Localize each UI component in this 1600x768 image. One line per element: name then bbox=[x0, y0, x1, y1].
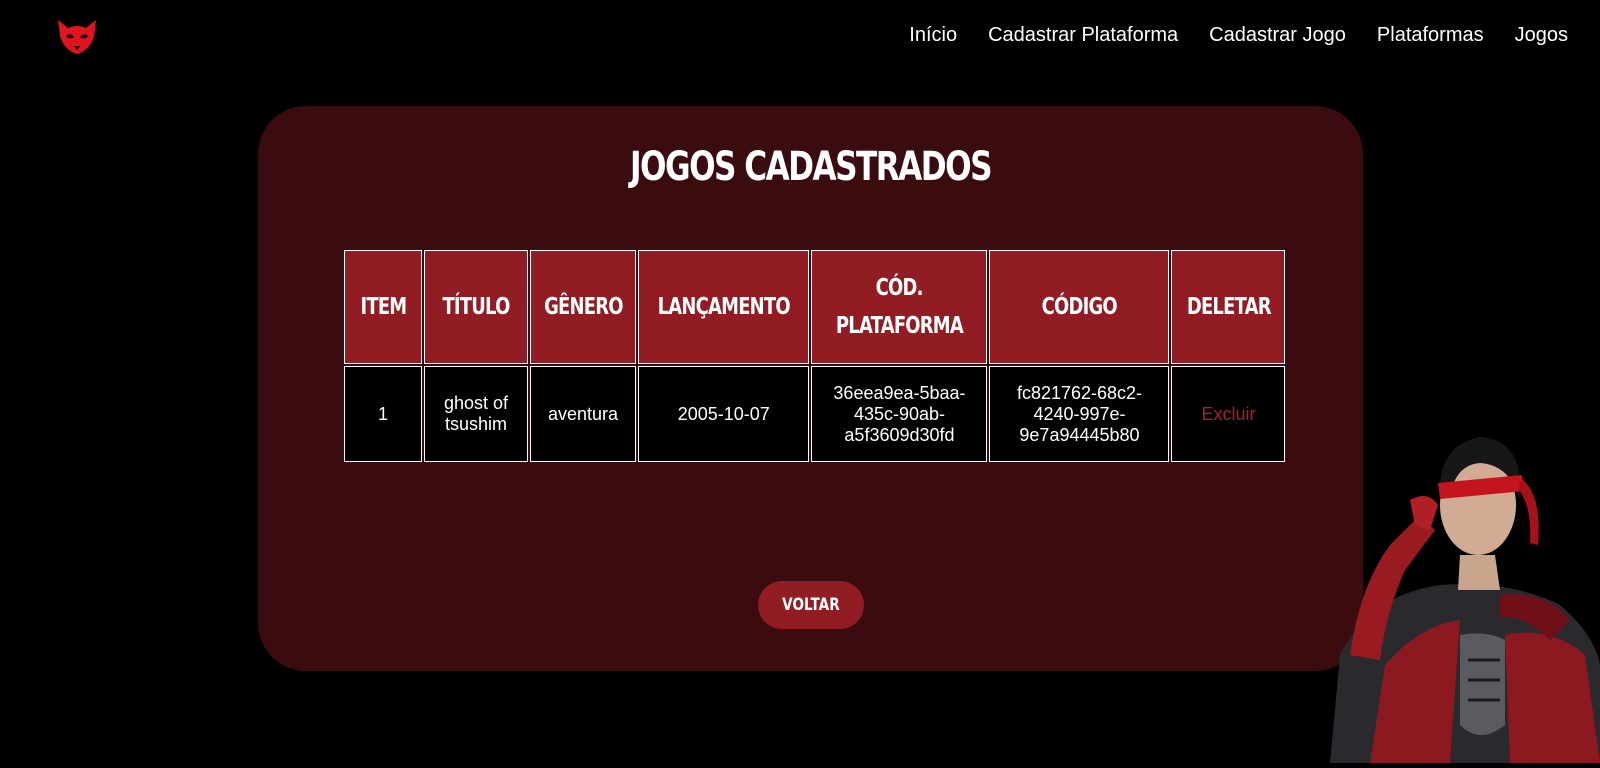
back-button-label: VOLTAR bbox=[782, 595, 840, 615]
cell-codigo-line: 9e7a94445b80 bbox=[1019, 424, 1140, 445]
back-button[interactable]: VOLTAR bbox=[758, 581, 864, 629]
nav-link-plataformas[interactable]: Plataformas bbox=[1377, 24, 1484, 47]
nav-link-jogos[interactable]: Jogos bbox=[1515, 24, 1568, 47]
table-row: 1 ghost of tsushim aventura 2005-10-07 36… bbox=[344, 366, 1286, 462]
page-title: JOGOS CADASTRADOS bbox=[630, 144, 993, 190]
header-codigo: CÓDIGO bbox=[989, 250, 1170, 364]
cell-titulo: ghost of tsushim bbox=[424, 366, 528, 462]
top-navigation-bar: Início Cadastrar Plataforma Cadastrar Jo… bbox=[0, 0, 1600, 76]
cell-cod-plataforma-line: 435c-90ab- bbox=[853, 403, 946, 424]
header-item: ITEM bbox=[344, 250, 422, 364]
games-table: ITEM TÍTULO GÊNERO LANÇAMENTO CÓD. PLATAF… bbox=[342, 248, 1287, 464]
cell-genero: aventura bbox=[530, 366, 636, 462]
cell-titulo-line: tsushim bbox=[444, 414, 507, 434]
header-lancamento: LANÇAMENTO bbox=[638, 250, 810, 364]
cell-codigo-line: fc821762-68c2- bbox=[1016, 382, 1143, 403]
cell-codigo: fc821762-68c2- 4240-997e- 9e7a94445b80 bbox=[989, 366, 1170, 462]
cell-cod-plataforma: 36eea9ea-5baa- 435c-90ab-a5f3609d30fd bbox=[811, 366, 988, 462]
fox-mask-logo-icon[interactable] bbox=[54, 16, 100, 58]
nav-link-cadastrar-jogo[interactable]: Cadastrar Jogo bbox=[1209, 24, 1346, 47]
cell-cod-plataforma-line: 36eea9ea-5baa- bbox=[833, 382, 966, 403]
red-ninja-character-image bbox=[1310, 405, 1600, 763]
header-cod-plataforma: CÓD. PLATAFORMA bbox=[811, 250, 988, 364]
header-deletar: DELETAR bbox=[1171, 250, 1286, 364]
cell-lancamento: 2005-10-07 bbox=[638, 366, 810, 462]
nav-link-inicio[interactable]: Início bbox=[909, 24, 957, 47]
header-titulo: TÍTULO bbox=[424, 250, 528, 364]
table-header-row: ITEM TÍTULO GÊNERO LANÇAMENTO CÓD. PLATAF… bbox=[344, 250, 1286, 364]
cell-titulo-line: ghost of bbox=[443, 393, 509, 413]
delete-link[interactable]: Excluir bbox=[1171, 366, 1286, 462]
nav-link-cadastrar-plataforma[interactable]: Cadastrar Plataforma bbox=[988, 24, 1178, 47]
cell-item: 1 bbox=[344, 366, 422, 462]
games-panel: JOGOS CADASTRADOS ITEM TÍTULO GÊNERO LAN… bbox=[258, 106, 1363, 671]
cell-codigo-line: 4240-997e- bbox=[1033, 403, 1126, 424]
main-nav: Início Cadastrar Plataforma Cadastrar Jo… bbox=[909, 24, 1568, 47]
cell-cod-plataforma-line: a5f3609d30fd bbox=[844, 424, 955, 445]
header-genero: GÊNERO bbox=[530, 250, 636, 364]
